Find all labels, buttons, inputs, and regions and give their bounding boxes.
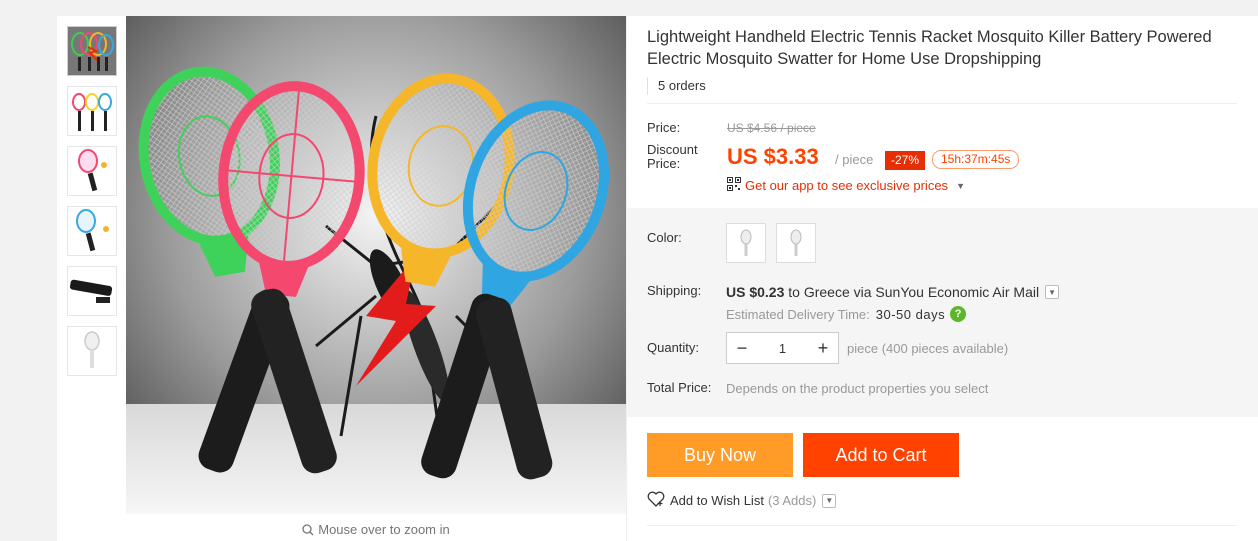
color-label: Color:: [647, 230, 682, 245]
total-price-value: Depends on the product properties you se…: [726, 381, 989, 396]
shipping-destination: to Greece via SunYou Economic Air Mail: [788, 284, 1040, 300]
divider: [647, 103, 1237, 104]
delivery-info: Estimated Delivery Time: 30-50 days ?: [726, 306, 967, 322]
buy-now-button[interactable]: Buy Now: [647, 433, 793, 477]
caret-down-icon: ▼: [956, 180, 965, 191]
color-option-2[interactable]: [776, 223, 816, 263]
color-option-1[interactable]: [726, 223, 766, 263]
current-price: US $3.33: [727, 144, 819, 169]
delivery-label: Estimated Delivery Time:: [726, 306, 870, 322]
wishlist-label: Add to Wish List: [670, 493, 764, 508]
delivery-days: 30-50 days: [875, 306, 946, 322]
shipping-dropdown-icon[interactable]: ▼: [1045, 285, 1060, 299]
divider: [647, 525, 1237, 526]
add-to-cart-button[interactable]: Add to Cart: [803, 433, 959, 477]
shipping-price: US $0.23: [726, 284, 785, 300]
countdown-timer: 15h:37m:45s: [932, 150, 1020, 169]
app-promo-text: Get our app to see exclusive prices: [745, 178, 949, 193]
price-label: Price:: [647, 120, 681, 135]
wishlist[interactable]: Add to Wish List (3 Adds) ▼: [647, 491, 837, 510]
original-price: US $4.56 / piece: [727, 121, 816, 135]
shipping-info: US $0.23 to Greece via SunYou Economic A…: [726, 284, 1060, 300]
decrease-button[interactable]: −: [735, 339, 749, 357]
discount-price-label: Discount Price:: [647, 142, 698, 171]
increase-button[interactable]: +: [816, 339, 830, 357]
help-icon[interactable]: ?: [950, 306, 967, 322]
orders-count: 5 orders: [647, 77, 706, 95]
wishlist-count: (3 Adds): [767, 493, 817, 508]
quantity-input[interactable]: 1: [779, 341, 786, 356]
qr-code-icon: [727, 177, 741, 194]
total-price-label: Total Price:: [647, 380, 712, 395]
shipping-label: Shipping:: [647, 283, 702, 298]
product-title: Lightweight Handheld Electric Tennis Rac…: [647, 28, 1212, 68]
wishlist-dropdown-icon[interactable]: ▼: [822, 493, 837, 508]
color-options: [726, 223, 816, 263]
quantity-stepper: − 1 +: [726, 332, 839, 364]
app-promo-link[interactable]: Get our app to see exclusive prices ▼: [727, 177, 965, 194]
quantity-label: Quantity:: [647, 340, 700, 355]
price-unit: / piece: [835, 152, 874, 167]
heart-icon: [647, 491, 665, 510]
availability: piece (400 pieces available): [847, 341, 1009, 356]
discount-badge: -27%: [885, 151, 926, 170]
